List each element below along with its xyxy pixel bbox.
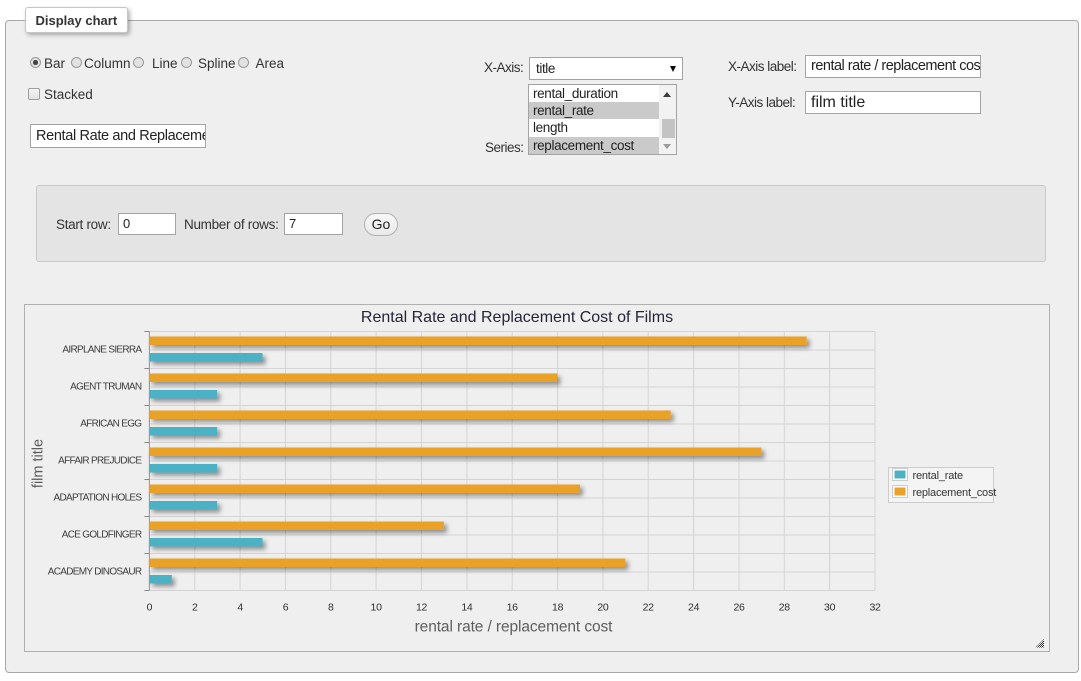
svg-text:AGENT TRUMAN: AGENT TRUMAN [70,382,142,393]
svg-text:14: 14 [461,602,473,614]
svg-text:film title: film title [31,439,47,488]
svg-text:ACADEMY DINOSAUR: ACADEMY DINOSAUR [48,567,142,578]
svg-text:20: 20 [597,602,609,614]
svg-text:0: 0 [147,602,153,614]
svg-text:6: 6 [283,602,289,614]
svg-text:Rental Rate and Replacement Co: Rental Rate and Replacement Cost of Film… [361,309,673,326]
svg-text:32: 32 [869,602,881,614]
svg-text:AFRICAN EGG: AFRICAN EGG [80,419,142,430]
svg-text:16: 16 [507,602,519,614]
svg-text:18: 18 [552,602,564,614]
svg-text:10: 10 [371,602,383,614]
svg-text:replacement_cost: replacement_cost [913,487,997,499]
svg-text:30: 30 [824,602,836,614]
svg-text:28: 28 [779,602,791,614]
svg-text:AFFAIR PREJUDICE: AFFAIR PREJUDICE [58,456,142,467]
svg-text:ADAPTATION HOLES: ADAPTATION HOLES [53,493,142,504]
svg-text:4: 4 [237,602,243,614]
svg-text:rental_rate: rental_rate [913,470,963,482]
svg-text:ACE GOLDFINGER: ACE GOLDFINGER [62,530,142,541]
svg-text:2: 2 [192,602,198,614]
svg-text:rental rate / replacement cost: rental rate / replacement cost [415,619,614,636]
svg-text:22: 22 [643,602,655,614]
svg-text:12: 12 [416,602,428,614]
svg-text:24: 24 [688,602,700,614]
svg-text:26: 26 [733,602,745,614]
svg-text:8: 8 [328,602,334,614]
svg-text:AIRPLANE SIERRA: AIRPLANE SIERRA [62,345,142,356]
